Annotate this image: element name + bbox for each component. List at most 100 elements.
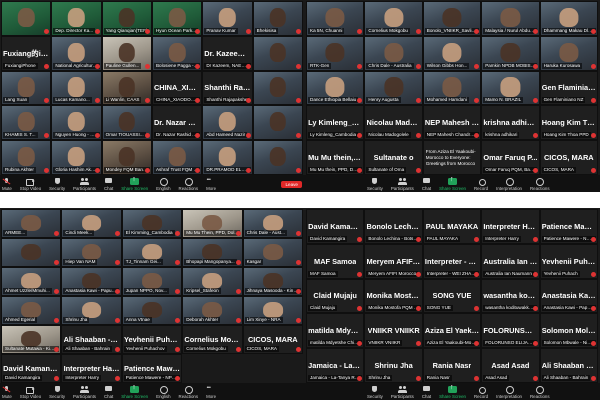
stop-video-button[interactable]: Stop Video <box>18 178 43 192</box>
security-button[interactable]: Security <box>365 386 385 400</box>
participant-video-tile[interactable]: Ahmed Egerial <box>1 296 62 325</box>
participant-tile[interactable]: Interpreter Harry Interpreter Harry <box>61 354 122 383</box>
participant-tile[interactable]: krishna adhikari krishna adhikari <box>481 105 540 141</box>
participant-tile[interactable]: Dr. Kazeem, NA... Dr Kazeem, NAEB (Nigeri… <box>202 35 253 71</box>
participant-tile[interactable]: Monika Mostof... Monika Mostofa PQM Bang.… <box>364 278 423 314</box>
participant-tile[interactable]: CICOS, MARA CICOS, MARA <box>539 140 598 175</box>
participant-video-tile[interactable]: Hiep Van NAM <box>61 238 122 267</box>
participant-tile[interactable]: Asad Asad Asad Asad <box>481 348 540 383</box>
participant-tile[interactable]: Yevhenii Puhach Yevhenii Puhachov <box>121 325 183 354</box>
participant-video-tile[interactable]: Mondey FQM Bangladesh <box>101 140 152 175</box>
participant-tile[interactable]: Claid Mujaju Claid Mujaju <box>306 278 365 314</box>
mute-button[interactable]: Mute <box>0 386 14 400</box>
participant-video-tile[interactable]: Abd Hameed Nazir <box>202 105 253 141</box>
chat-button[interactable]: Chat <box>102 178 115 192</box>
reactions-button[interactable]: Reactions <box>528 386 552 400</box>
participant-tile[interactable]: David Kamangira David Kamangira <box>1 354 62 383</box>
participant-video-tile[interactable] <box>252 35 303 71</box>
security-button[interactable]: Security <box>47 386 67 400</box>
participant-video-tile[interactable]: Haruka Kurosawa <box>539 35 598 71</box>
stop-video-button[interactable]: Stop Video <box>18 386 43 400</box>
participant-video-tile[interactable]: Lim Xinye - NRA <box>242 296 303 325</box>
record-button[interactable]: Record <box>472 386 490 400</box>
participant-video-tile[interactable]: Hyun Ocean Park... <box>151 1 203 36</box>
participant-video-tile[interactable]: Ahmet Uzzle/Mmuhi... <box>1 267 62 296</box>
participant-video-tile[interactable]: Dep. Director Ka... <box>51 1 102 36</box>
participant-tile[interactable]: Dr. Nazar Rashi... Dr. Nazar Rashid Alig.… <box>151 105 203 141</box>
participants-button[interactable]: Participants <box>71 386 98 400</box>
participant-tile[interactable]: Rania Nasr Rania Nasr <box>422 348 482 383</box>
mute-button[interactable]: Mute <box>0 178 14 192</box>
participant-tile[interactable]: Ly Kimleng_Ca... Ly Kimleng_Cambodia <box>306 105 365 141</box>
participants-button[interactable]: Participants <box>389 178 416 192</box>
participant-video-tile[interactable]: Gloria Hashim Akhter <box>51 140 102 175</box>
participant-video-tile[interactable]: Ashraf Trust FQM Bangladesh <box>151 140 203 175</box>
participant-tile[interactable]: Interpreter Harry Interpreter Harry <box>481 209 540 244</box>
participant-video-tile[interactable]: Cindi Meek... <box>61 209 122 238</box>
participant-video-tile[interactable] <box>252 140 303 175</box>
participant-tile[interactable]: CHINA_XIAODO... CHINA_XIAODONG TENG <box>151 70 203 106</box>
security-button[interactable]: Security <box>47 178 67 192</box>
participant-tile[interactable]: Mu Mu thein, P... Mu Mu thein, PPD, Dol..… <box>306 140 365 175</box>
participant-video-tile[interactable]: Anastasia Kawi - Papua N... <box>61 267 122 296</box>
participant-tile[interactable]: Interpreter - W... Interpreter - WEI ZHAN… <box>422 243 482 279</box>
participant-video-tile[interactable]: RTK-Gen <box>306 35 365 71</box>
reactions-button[interactable]: Reactions <box>528 178 552 192</box>
participant-video-tile[interactable]: TJ_Tinnam Gei... <box>121 238 183 267</box>
participant-tile[interactable]: Bonolo Lechina... Bonolo Lechina - Botswa… <box>364 209 423 244</box>
participant-tile[interactable]: Australia Ian Na... Australia Ian Naumann <box>481 243 540 279</box>
participant-video-tile[interactable]: Cornelius Mokgobu <box>364 1 423 36</box>
participant-tile[interactable]: Hoang Kim Tho... Hoang Kim Thoa PPD <box>539 105 598 141</box>
participant-video-tile[interactable]: Kasgar <box>242 238 303 267</box>
share-screen-button[interactable]: Share Screen <box>437 176 468 192</box>
participant-video-tile[interactable]: Bonolo_VNIIKR_Savlishna <box>422 1 482 36</box>
participant-tile[interactable]: Nicolau Madog... Nicolau Madogolele <box>364 105 423 141</box>
participant-video-tile[interactable]: Yang Qianqian(TEF) <box>101 1 152 36</box>
participant-video-tile[interactable]: Kripsel_Stafeon <box>182 267 243 296</box>
participant-video-tile[interactable]: Shrinu Jha <box>61 296 122 325</box>
participant-tile[interactable]: matilda Mdyets... matilda Mdyetshe Chinga… <box>306 313 365 349</box>
participant-tile[interactable]: David Kamangira David Kamangira <box>306 209 365 244</box>
participant-video-tile[interactable]: Lang Xuan <box>1 70 52 106</box>
interpretation-button[interactable]: Interpretation <box>494 386 524 400</box>
participant-video-tile[interactable]: Li Wanlin, CAAS <box>101 70 152 106</box>
participant-tile[interactable]: Cornelius Mokg... Cornelius Mokgobu <box>182 325 243 354</box>
participant-video-tile[interactable]: Mu Mu Thein, PPD, Dol... <box>182 209 243 238</box>
participant-video-tile[interactable]: Bhekisisa <box>252 1 303 36</box>
chat-button[interactable]: Chat <box>420 178 433 192</box>
participant-video-tile[interactable]: Malaysia / Nurul Abdullah <box>481 1 540 36</box>
participant-tile[interactable]: Anastasia Kawi... Anastasia Kawi - Papua … <box>539 278 598 314</box>
participant-tile[interactable]: Fuxiang的iPhone FuxiangiPhone <box>1 35 52 71</box>
record-button[interactable]: Record <box>472 178 490 192</box>
more-button[interactable]: More <box>204 385 218 400</box>
participant-video-tile[interactable]: Chris Dale - Aust... <box>242 209 303 238</box>
participant-video-tile[interactable]: Jihnaya Masooda - King... <box>242 267 303 296</box>
participant-video-tile[interactable]: Rubina Akhter <box>1 140 52 175</box>
participant-video-tile[interactable]: Nguyen Huong - China... <box>51 105 102 141</box>
participant-video-tile[interactable]: Mamo N. BRAZIL <box>481 70 540 106</box>
participant-video-tile[interactable] <box>1 1 52 36</box>
participant-video-tile[interactable]: Mohamed Hamdani <box>422 70 482 106</box>
participant-video-tile[interactable]: National Agricultural Tec... <box>51 35 102 71</box>
participant-tile[interactable]: Ali Shaaban - B... Ali Shaaban - Bahrain <box>61 325 122 354</box>
participant-video-tile[interactable]: Chris Dale - Australia <box>364 35 423 71</box>
participant-video-tile[interactable]: Ka 5N, Chuanni <box>306 1 365 36</box>
security-button[interactable]: Security <box>365 178 385 192</box>
participant-video-tile[interactable]: Dance Ethiopia Bellaiu <box>306 70 365 106</box>
chat-button[interactable]: Chat <box>102 386 115 400</box>
participant-tile[interactable]: Jamaica - La-Ta... Jamaica - La-Tanya Ric… <box>306 348 365 383</box>
participant-tile[interactable]: Gen Flaminiano NZ Gen Flaminiano NZ <box>539 70 598 106</box>
participant-tile[interactable]: NEP Mahesh Ch... NEP Mahesh Chandra Ac... <box>422 105 482 141</box>
participant-video-tile[interactable]: Jupan NPPO, Nov... <box>121 267 183 296</box>
participants-button[interactable]: Participants <box>389 386 416 400</box>
participant-video-tile[interactable]: Pamkin NPDB MOBISR (ID... <box>481 35 540 71</box>
participant-tile[interactable]: VNIIKR VNIIKR VNIIKR VNIIKR <box>364 313 423 349</box>
interpretation-button[interactable]: Interpretation <box>494 178 524 192</box>
participant-video-tile[interactable]: ARMEE... <box>1 209 62 238</box>
reactions-button[interactable]: Reactions <box>177 386 201 400</box>
participant-video-tile[interactable]: Pranav Kumar <box>202 1 253 36</box>
participant-tile[interactable]: Sultanate o Sultanate of Oma <box>364 140 423 175</box>
participant-tile[interactable]: Yevhenii Puhach Yevhenii Puhach <box>539 243 598 279</box>
participant-video-tile[interactable] <box>252 70 303 106</box>
participant-tile[interactable]: wasantha kodit... wasantha kodituwakku Sr… <box>481 278 540 314</box>
